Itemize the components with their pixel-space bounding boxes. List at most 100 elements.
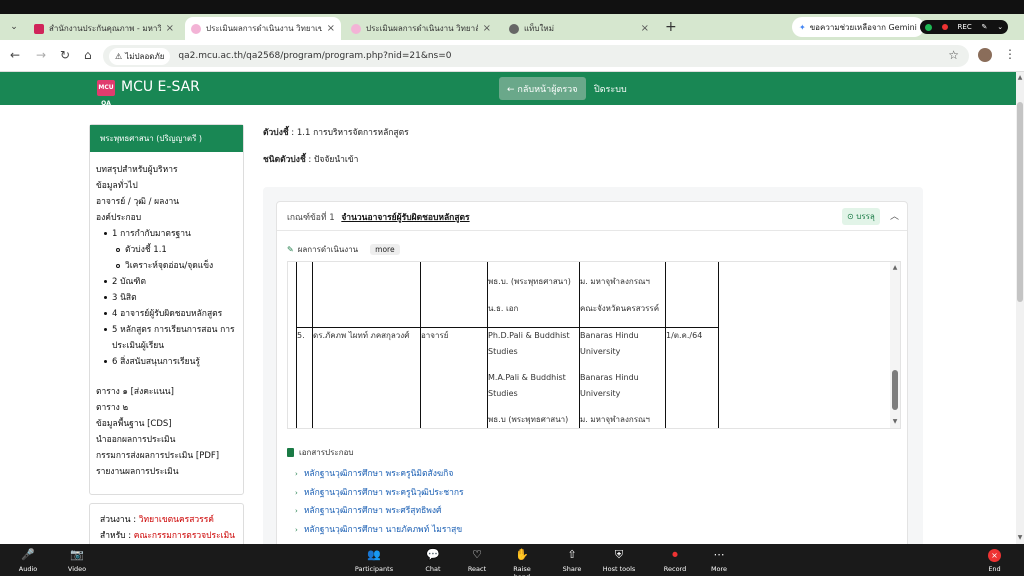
shield-icon: ⛨ [614,548,624,561]
document-link[interactable]: › หลักฐานวุฒิการศึกษา พระครูนิมิตสังฆกิจ [295,466,453,480]
bullet-icon [104,328,107,331]
scroll-up-icon[interactable]: ▲ [890,264,900,271]
gemini-button[interactable]: ✦ ขอความช่วยเหลือจาก Gemini [792,17,924,37]
bullet-icon [104,232,107,235]
record-button[interactable]: ⏺ Record [663,548,687,573]
table-cell: 1/ต.ค./64 [666,331,703,340]
zoom-status-pill: REC ✎ ⌄ [920,20,1008,34]
sidebar-item-standard[interactable]: 1 การกำกับมาตรฐาน [96,226,237,242]
document-link[interactable]: › หลักฐานวุฒิการศึกษา พระครูนิวุฒิประชากร [295,485,464,499]
sidebar-item-curriculum-cont[interactable]: ประเมินผู้เรียน [96,338,237,354]
table-cell: คณะจังหวัดนครสวรรค์ [580,304,660,313]
tab-favicon-icon [34,23,44,34]
profile-avatar[interactable] [978,48,992,62]
documents-header: เอกสารประกอบ [287,446,353,459]
close-system-link[interactable]: ปิดระบบ [594,82,627,96]
sidebar-item-program-faculty[interactable]: 4 อาจารย์ผู้รับผิดชอบหลักสูตร [96,306,237,322]
warning-icon: ⚠ [115,51,123,61]
back-icon[interactable]: ← [10,48,20,62]
status-badge: ⊙ บรรลุ [842,208,880,225]
document-icon [287,448,294,457]
table-cell: 5. [297,331,305,340]
sidebar-item-learning-support[interactable]: 6 สิ่งสนับสนุนการเรียนรู้ [96,354,237,370]
more-button[interactable]: more [370,244,400,255]
home-icon[interactable]: ⌂ [84,48,92,62]
brand-title: MCU E-SAR [121,79,200,95]
browser-tab-bar: ⌄ สำนักงานประกันคุณภาพ - มหาวิทยา × ประเ… [0,14,1024,40]
sidebar-item-table-1[interactable]: ตาราง ๑ [ส่งคะแนน] [96,384,237,400]
sidebar-item-table-2[interactable]: ตาราง ๒ [96,400,237,416]
scroll-up-icon[interactable]: ▲ [1016,74,1024,81]
scrollbar-thumb[interactable] [1017,102,1023,302]
criterion-title-link[interactable]: จำนวนอาจารย์ผู้รับผิดชอบหลักสูตร [341,213,469,223]
bookmark-star-icon[interactable]: ☆ [948,48,959,62]
sidebar-item-summary[interactable]: บทสรุปสำหรับผู้บริหาร [96,162,237,178]
participants-button[interactable]: 👥 Participants [352,548,396,573]
chevron-right-icon: › [295,507,298,515]
close-icon[interactable]: × [641,23,649,34]
app-header: MCU QA MCU E-SAR ← กลับหน้าผู้ตรวจ ปิดระ… [0,72,1016,107]
sidebar-title: พระพุทธศาสนา (ปริญญาตรี ) [90,125,243,152]
chevron-down-icon: ⌄ [997,23,1004,31]
sidebar-item-curriculum[interactable]: 5 หลักสูตร การเรียนการสอน การ [96,322,237,338]
close-icon: × [988,549,1001,562]
tab-search-icon[interactable]: ⌄ [6,19,22,35]
sidebar-item-cds[interactable]: ข้อมูลพื้นฐาน [CDS] [96,416,237,432]
scroll-down-icon[interactable]: ▼ [1016,534,1024,541]
sidebar-item-graduates[interactable]: 2 บัณฑิต [96,274,237,290]
video-button[interactable]: 📷 Video [65,548,89,573]
host-tools-button[interactable]: ⛨ Host tools [602,548,636,573]
end-meeting-button[interactable]: × End [988,549,1001,573]
raise-hand-button[interactable]: ✋Raise hand [505,548,539,576]
chat-button[interactable]: 💬 Chat [421,548,445,573]
criterion-panel: เกณฑ์ข้อที่ 1 จำนวนอาจารย์ผู้รับผิดชอบหล… [276,201,908,557]
browser-tab-2[interactable]: ประเมินผลการดำเนินงาน วิทยาเขตนค × [185,17,341,40]
browser-address-bar: ← → ↻ ⌂ ⚠ ไม่ปลอดภัย qa2.mcu.ac.th/qa256… [0,40,1024,72]
sidebar-item-students[interactable]: 3 นิสิต [96,290,237,306]
browser-tab-3[interactable]: ประเมินผลการดำเนินงาน วิทยาลัยสง × [345,17,497,40]
forward-icon[interactable]: → [36,48,46,62]
sidebar-item-faculty[interactable]: อาจารย์ / วุฒิ / ผลงาน [96,194,237,210]
sidebar-item-export[interactable]: นำออกผลการประเมิน [96,432,237,448]
sidebar-item-general[interactable]: ข้อมูลทั่วไป [96,178,237,194]
chevron-right-icon: › [295,470,298,478]
indicator-line: ตัวบ่งชี้ : 1.1 การบริหารจัดการหลักสูตร [263,128,409,138]
scroll-down-icon[interactable]: ▼ [890,418,900,425]
sidebar-item-swot[interactable]: วิเคราะห์จุดอ่อน/จุดแข็ง [96,258,237,274]
close-icon[interactable]: × [166,23,174,34]
sidebar-item-pdf[interactable]: กรรมการส่งผลการประเมิน [PDF] [96,448,237,464]
sidebar-item-components[interactable]: องค์ประกอบ [96,210,237,226]
record-dot-icon [941,24,948,30]
sidebar: พระพุทธศาสนา (ปริญญาตรี ) บทสรุปสำหรับผู… [89,124,244,495]
participants-icon: 👥 [367,548,381,561]
table-cell: อาจารย์ [421,331,449,340]
close-icon[interactable]: × [327,23,335,34]
browser-tab-4[interactable]: แท็บใหม่ × [503,17,655,40]
scrollbar-thumb[interactable] [892,370,898,410]
circle-bullet-icon [116,247,120,252]
bullet-icon [104,312,107,315]
more-menu-button[interactable]: ⋯ More [707,548,731,573]
reload-icon[interactable]: ↻ [60,48,70,62]
react-button[interactable]: ♡ React [465,548,489,573]
share-button[interactable]: ⇧ Share [560,548,584,573]
table-cell: ม. มหาจุฬาลงกรณฯ [580,415,650,424]
not-secure-chip[interactable]: ⚠ ไม่ปลอดภัย [109,47,171,65]
bullet-icon [104,360,107,363]
sidebar-item-report[interactable]: รายงานผลการประเมิน [96,464,237,480]
browser-tab-1[interactable]: สำนักงานประกันคุณภาพ - มหาวิทยา × [28,17,180,40]
audio-button[interactable]: 🎤 Audio [16,548,40,573]
close-icon[interactable]: × [483,23,491,34]
check-circle-icon: ⊙ [847,212,857,221]
table-scrollbar[interactable]: ▲ ▼ [890,262,900,428]
back-to-reviewer-button[interactable]: ← กลับหน้าผู้ตรวจ [499,77,586,100]
document-link[interactable]: › หลักฐานวุฒิการศึกษา พระศรีสุทธิพงศ์ [295,503,441,517]
page-scrollbar[interactable]: ▲ ▼ [1016,72,1024,544]
new-tab-icon[interactable]: + [665,19,677,35]
document-link[interactable]: › หลักฐานวุฒิการศึกษา นายภัคภพท์ ไมราสุข [295,522,462,536]
zoom-toolbar: 🎤 Audio 📷 Video 👥 Participants 💬 Chat ♡ React… [0,544,1024,576]
url-bar[interactable]: ⚠ ไม่ปลอดภัย qa2.mcu.ac.th/qa2568/progra… [103,45,969,67]
collapse-chevron-icon[interactable]: ︿ [890,209,899,222]
sidebar-item-indicator-1-1[interactable]: ตัวบ่งชี้ 1.1 [96,242,237,258]
browser-menu-icon[interactable]: ⋮ [1004,47,1016,61]
